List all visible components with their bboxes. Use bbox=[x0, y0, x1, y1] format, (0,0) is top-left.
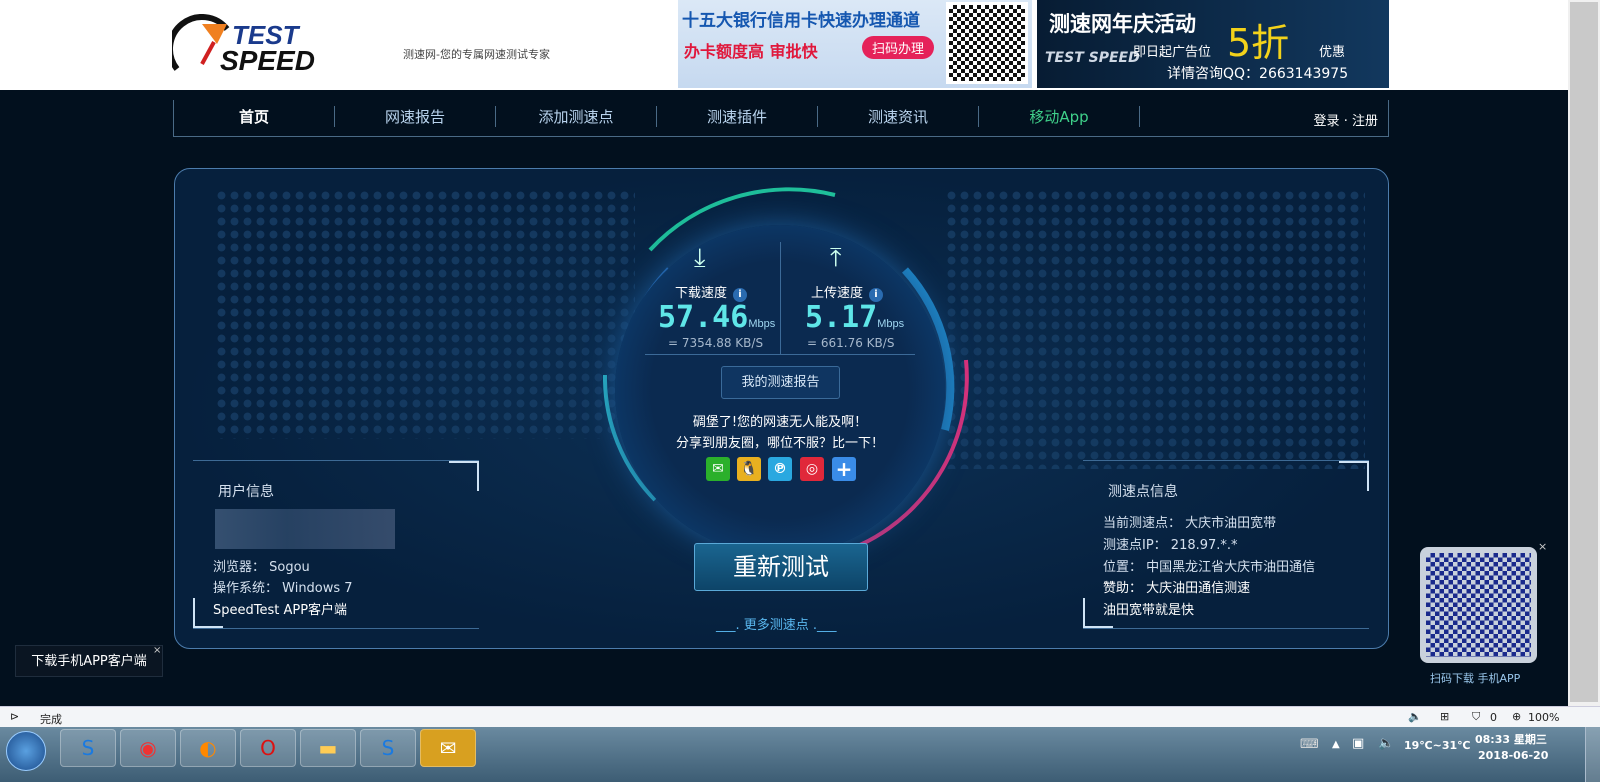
network-icon[interactable]: ▣ bbox=[1352, 736, 1364, 751]
start-button[interactable] bbox=[6, 731, 46, 771]
ad-suffix: 优惠 bbox=[1319, 45, 1346, 60]
wechat-taskbar-icon[interactable]: ✉ bbox=[420, 729, 476, 767]
download-speed-value: 57.46 bbox=[658, 300, 749, 335]
close-icon[interactable]: × bbox=[153, 645, 161, 656]
more-share-icon[interactable]: + bbox=[832, 457, 856, 481]
nav-mobile-app[interactable]: 移动App bbox=[979, 106, 1140, 127]
sound-icon[interactable]: 🔈 bbox=[1408, 710, 1422, 723]
download-app-button[interactable]: 下载手机APP客户端 bbox=[15, 645, 163, 677]
weather[interactable]: 19℃~31℃ bbox=[1404, 739, 1470, 752]
blurred-ip-address bbox=[215, 509, 395, 549]
ad-title: 测速网年庆活动 bbox=[1049, 12, 1196, 36]
main-nav: 首页 网速报告 添加测速点 测速插件 测速资讯 移动App 登录 · 注册 bbox=[173, 100, 1389, 137]
nav-add-node[interactable]: 添加测速点 bbox=[496, 106, 657, 127]
keyboard-icon[interactable]: ⌨ bbox=[1300, 737, 1319, 752]
wechat-share-icon[interactable]: ✉ bbox=[706, 457, 730, 481]
clock-date[interactable]: 2018-06-20 bbox=[1478, 749, 1548, 762]
download-icon: ⤓ bbox=[694, 243, 706, 273]
node-slogan: 油田宽带就是快 bbox=[1103, 603, 1195, 618]
node-info-box: 测速点信息 当前测速点： 大庆市油田宽带 测速点IP： 218.97.*.* 位… bbox=[1083, 460, 1369, 629]
node-sponsor: 赞助： 大庆油田通信测速 bbox=[1103, 581, 1251, 596]
nav-speed-report[interactable]: 网速报告 bbox=[335, 106, 496, 127]
browser-status-bar: ⊳ 完成 🔈 ⊞ ⛉ 0 ⊕ 100% bbox=[0, 706, 1600, 727]
close-icon[interactable]: × bbox=[1538, 540, 1547, 553]
qzone-share-icon[interactable]: ℗ bbox=[768, 457, 792, 481]
download-label: 下载速度 bbox=[675, 286, 728, 301]
credit-card-ad-banner[interactable]: 十五大银行信用卡快速办理通道 办卡额度高 审批快 扫码办理 bbox=[678, 0, 1032, 88]
ad-subtitle: 办卡额度高 审批快 bbox=[684, 42, 818, 61]
more-nodes-link[interactable]: ___. 更多测速点 .___ bbox=[716, 614, 837, 633]
anniversary-ad-banner[interactable]: 测速网年庆活动 TEST SPEED 即日起广告位 5折 优惠 详情咨询QQ：2… bbox=[1037, 0, 1389, 88]
clock-time[interactable]: 08:33 星期三 bbox=[1475, 731, 1547, 747]
windows-taskbar: S ◉ ◐ O ▬ S ✉ ⌨ ▲ ▣ 🔈 19℃~31℃ 08:33 星期三 … bbox=[0, 727, 1600, 782]
svg-text:SPEED: SPEED bbox=[220, 45, 315, 74]
upload-label: 上传速度 bbox=[811, 286, 864, 301]
file-explorer-taskbar-icon[interactable]: ▬ bbox=[300, 729, 356, 767]
download-kbs: = 7354.88 KB/S bbox=[668, 336, 764, 350]
nav-plugins[interactable]: 测速插件 bbox=[657, 106, 818, 127]
tray-expand-icon[interactable]: ▲ bbox=[1332, 739, 1340, 750]
zoom-level[interactable]: 100% bbox=[1528, 711, 1559, 724]
sidebar-toggle-icon[interactable]: ⊳ bbox=[10, 710, 19, 723]
show-desktop-button[interactable] bbox=[1585, 727, 1600, 782]
register-link[interactable]: 注册 bbox=[1352, 114, 1378, 129]
ad-title: 十五大银行信用卡快速办理通道 bbox=[682, 11, 920, 31]
share-prompt: 分享到朋友圈，哪位不服？比一下！ bbox=[675, 436, 884, 451]
retest-button[interactable]: 重新测试 bbox=[694, 543, 868, 591]
login-link[interactable]: 登录 bbox=[1314, 114, 1340, 129]
current-node: 当前测速点： 大庆市油田宽带 bbox=[1103, 516, 1277, 531]
node-ip: 测速点IP： 218.97.*.* bbox=[1103, 538, 1238, 553]
zoom-icon[interactable]: ⊕ bbox=[1512, 710, 1521, 723]
ad-scan-button[interactable]: 扫码办理 bbox=[862, 36, 935, 59]
ad-discount: 5折 bbox=[1227, 21, 1290, 65]
status-text: 完成 bbox=[40, 713, 62, 726]
site-slogan: 测速网-您的专属网速测试专家 bbox=[403, 48, 550, 61]
toolbox-icon[interactable]: ⊞ bbox=[1440, 710, 1449, 723]
world-map-dots bbox=[215, 189, 635, 439]
adblock-count: 0 bbox=[1490, 711, 1497, 724]
upload-icon: ⤒ bbox=[830, 243, 842, 273]
opera-taskbar-icon[interactable]: O bbox=[240, 729, 296, 767]
site-header: TEST SPEED 测速网-您的专属网速测试专家 十五大银行信用卡快速办理通道 … bbox=[0, 0, 1568, 90]
page-scrollbar[interactable] bbox=[1568, 0, 1600, 706]
download-unit: Mbps bbox=[748, 318, 776, 330]
node-location: 位置： 中国黑龙江省大庆市油田通信 bbox=[1103, 560, 1316, 575]
testspeed-logo[interactable]: TEST SPEED bbox=[167, 14, 362, 76]
app-client-link[interactable]: SpeedTest APP客户端 bbox=[213, 599, 347, 618]
nav-home[interactable]: 首页 bbox=[174, 106, 335, 127]
user-info-title: 用户信息 bbox=[218, 484, 274, 500]
qr-label: 扫码下载 手机APP bbox=[1430, 672, 1521, 685]
ad-line: 即日起广告位 bbox=[1133, 45, 1212, 60]
world-map-dots bbox=[945, 189, 1365, 469]
my-report-button[interactable]: 我的测速报告 bbox=[721, 366, 840, 399]
adblock-icon[interactable]: ⛉ bbox=[1472, 710, 1480, 724]
sogou-download-taskbar-icon[interactable]: S bbox=[360, 729, 416, 767]
chrome-taskbar-icon[interactable]: ◉ bbox=[120, 729, 176, 767]
nav-news[interactable]: 测速资讯 bbox=[818, 106, 979, 127]
upload-speed-value: 5.17 bbox=[805, 300, 878, 335]
upload-kbs: = 661.76 KB/S bbox=[807, 336, 895, 350]
ad-logo: TEST SPEED bbox=[1045, 50, 1140, 66]
result-message: 碉堡了!您的网速无人能及啊！ bbox=[692, 415, 868, 430]
weibo-share-icon[interactable]: ◎ bbox=[800, 457, 824, 481]
divider bbox=[645, 354, 915, 355]
divider bbox=[780, 242, 781, 354]
node-info-title: 测速点信息 bbox=[1108, 484, 1178, 500]
browser-info: 浏览器： Sogou bbox=[213, 560, 310, 575]
firefox-taskbar-icon[interactable]: ◐ bbox=[180, 729, 236, 767]
ad-qr-code bbox=[946, 2, 1028, 84]
ad-contact: 详情咨询QQ：2663143975 bbox=[1167, 66, 1349, 82]
scrollbar-thumb[interactable] bbox=[1570, 2, 1598, 702]
volume-icon[interactable]: 🔈 bbox=[1378, 736, 1394, 751]
user-info-box: 用户信息 浏览器： Sogou 操作系统： Windows 7 SpeedTes… bbox=[193, 460, 479, 629]
app-download-qr[interactable] bbox=[1420, 547, 1537, 663]
qq-share-icon[interactable]: 🐧 bbox=[737, 457, 761, 481]
separator: · bbox=[1343, 114, 1348, 129]
os-info: 操作系统： Windows 7 bbox=[213, 581, 353, 596]
upload-unit: Mbps bbox=[877, 318, 905, 330]
sogou-browser-taskbar-icon[interactable]: S bbox=[60, 729, 116, 767]
